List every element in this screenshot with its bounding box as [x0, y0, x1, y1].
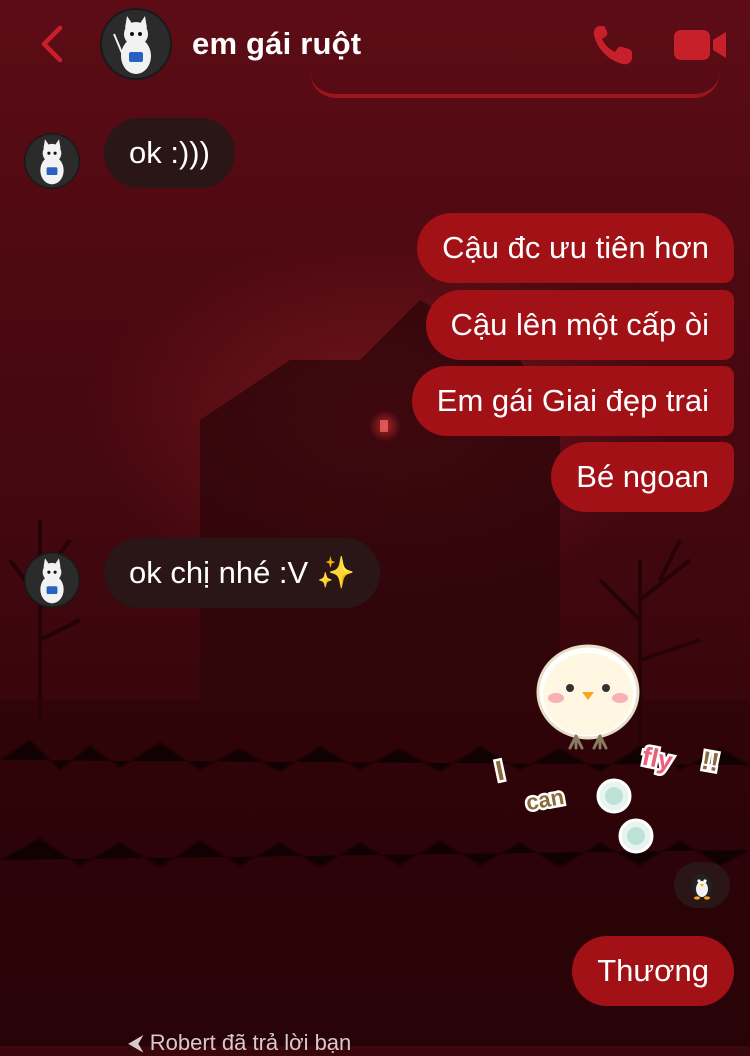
incoming-message-bubble[interactable]: ok :)))	[104, 118, 235, 188]
outgoing-message-bubble[interactable]: Cậu lên một cấp òi	[425, 290, 734, 360]
contact-name[interactable]: em gái ruột	[192, 26, 361, 62]
video-camera-icon[interactable]	[672, 26, 728, 64]
reaction-badge[interactable]	[674, 862, 730, 908]
cat-avatar-icon	[100, 8, 172, 80]
outgoing-message-bubble[interactable]: Bé ngoan	[551, 442, 734, 512]
reply-notice: ⮜ Robert đã trả lời bạn	[128, 1030, 351, 1056]
contact-avatar-small[interactable]	[24, 133, 80, 189]
cat-avatar-icon	[24, 133, 80, 189]
incoming-message-bubble[interactable]: ok chị nhé :V ✨	[104, 538, 381, 608]
chevron-left-icon[interactable]	[34, 22, 68, 66]
penguin-icon	[692, 874, 712, 900]
sticker-word: can	[524, 784, 566, 815]
sticker-message[interactable]: I can fly !!	[490, 640, 740, 865]
sticker-word: fly	[639, 741, 675, 777]
outgoing-message-bubble[interactable]: Em gái Giai đẹp trai	[411, 366, 734, 436]
outgoing-message-bubble[interactable]: Thương	[572, 936, 734, 1006]
reply-arrow-icon: ⮜	[128, 1030, 150, 1055]
previous-message-bubble-edge	[310, 62, 720, 98]
chick-i-can-fly-sticker: I can fly !!	[490, 644, 724, 854]
reply-notice-text: Robert đã trả lời bạn	[149, 1030, 352, 1055]
contact-avatar[interactable]	[100, 8, 172, 80]
contact-avatar-small[interactable]	[24, 552, 80, 608]
chat-header: em gái ruột	[0, 0, 750, 98]
cat-avatar-icon	[24, 552, 80, 608]
sticker-word: I	[493, 755, 507, 787]
sticker-word: !!	[699, 745, 721, 778]
outgoing-message-bubble[interactable]: Cậu đc ưu tiên hơn	[417, 213, 734, 283]
